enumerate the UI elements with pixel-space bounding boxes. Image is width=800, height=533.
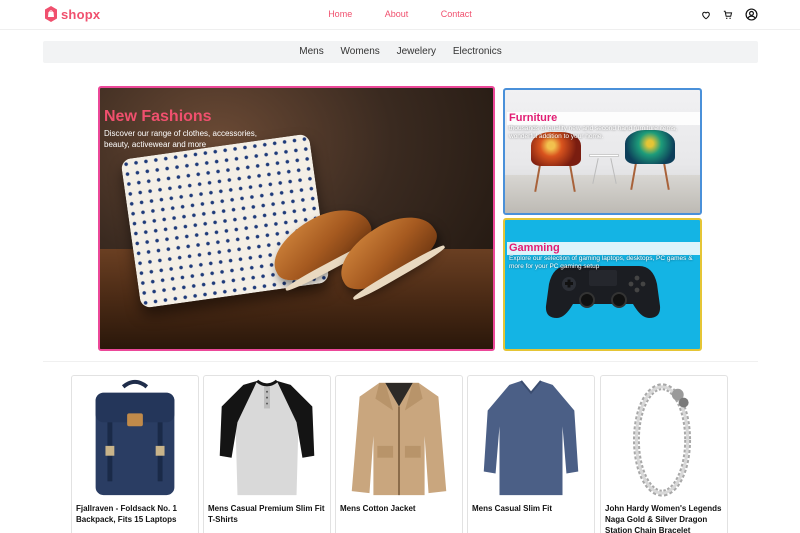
furniture-description: thousands of quality new and second hand… [509,125,678,140]
product-title: Mens Casual Slim Fit [472,504,553,513]
slim-fit-shirt-image [483,380,579,496]
hero-description: Discover our range of clothes, accessori… [104,129,257,149]
gaming-title: Gamming [507,242,700,255]
main-nav: Home About Contact [0,9,800,19]
nav-about-link[interactable]: About [385,9,409,19]
nav-contact-link[interactable]: Contact [441,9,472,19]
product-title: Mens Casual Premium Slim Fit T-Shirts [208,504,325,524]
cart-icon[interactable] [723,10,733,20]
heart-icon[interactable] [701,10,711,20]
hero-fashion-banner[interactable]: New Fashions Discover our range of cloth… [98,86,495,351]
category-bar: Mens Womens Jewelery Electronics [43,41,758,63]
furniture-banner[interactable]: Furniture thousands of quality new and s… [503,88,702,215]
hero-title: New Fashions [104,108,212,125]
product-title: Fjallraven - Foldsack No. 1 Backpack, Fi… [76,504,177,524]
section-divider [43,361,758,362]
floor-image [505,175,700,213]
gaming-banner[interactable]: Gamming Explore our selection of gaming … [503,218,702,351]
product-card[interactable]: Mens Cotton Jacket [335,375,463,533]
user-icon[interactable] [745,8,758,21]
product-title: Mens Cotton Jacket [340,504,416,513]
raglan-tshirt-image [219,379,315,496]
dragon-bracelet-image [632,383,692,497]
site-header: shopx Home About Contact [0,0,800,30]
category-mens[interactable]: Mens [299,46,323,57]
category-womens[interactable]: Womens [341,46,380,57]
cotton-jacket-image [351,382,447,496]
product-card[interactable]: Mens Casual Premium Slim Fit T-Shirts [203,375,331,533]
category-jewelery[interactable]: Jewelery [397,46,436,57]
nav-home-link[interactable]: Home [328,9,352,19]
gaming-description: Explore our selection of gaming laptops,… [509,255,693,270]
product-card[interactable]: Fjallraven - Foldsack No. 1 Backpack, Fi… [71,375,199,533]
header-actions [701,8,758,21]
category-electronics[interactable]: Electronics [453,46,502,57]
side-table-image [589,154,619,157]
backpack-image [95,379,175,496]
product-card[interactable]: John Hardy Women's Legends Naga Gold & S… [600,375,728,533]
product-card[interactable]: Mens Casual Slim Fit [467,375,595,533]
product-title: John Hardy Women's Legends Naga Gold & S… [605,504,722,533]
furniture-title: Furniture [507,112,700,125]
